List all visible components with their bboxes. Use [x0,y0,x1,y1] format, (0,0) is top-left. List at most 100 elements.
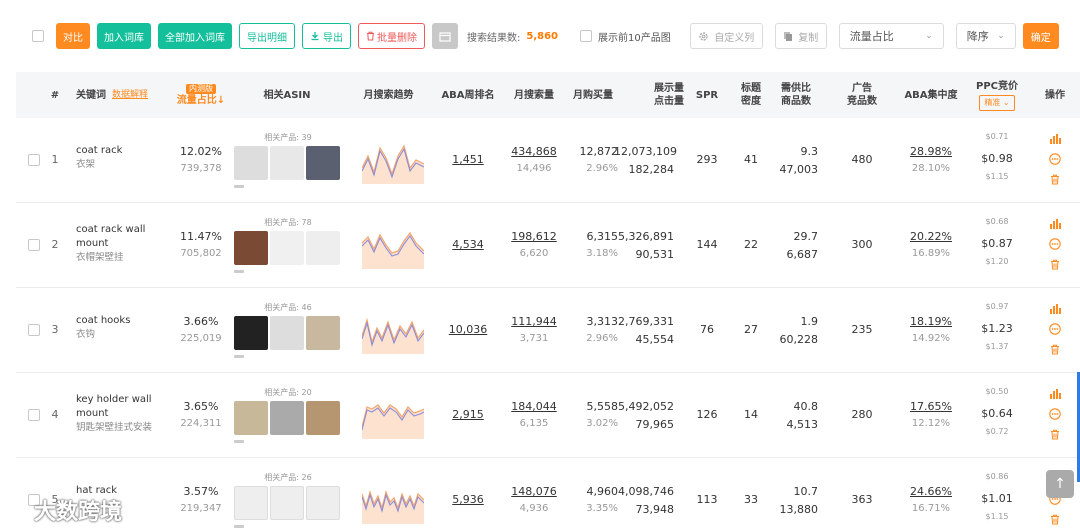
monthly-search-value[interactable]: 111,944 [506,315,562,328]
row-checkbox[interactable] [28,409,40,421]
product-thumbnail[interactable] [270,486,304,520]
product-thumbnail[interactable] [234,401,268,435]
sort-field-select[interactable]: 流量占比 ⌄ [838,23,944,49]
product-thumbnail[interactable] [306,231,340,265]
batch-delete-button[interactable]: 批量删除 [358,23,425,49]
monthly-trend-sparkline[interactable] [362,393,424,439]
image-pager[interactable] [234,185,244,188]
product-thumbnail[interactable] [306,316,340,350]
row-checkbox[interactable] [28,239,40,251]
header-title-density[interactable]: 标题 密度 [736,72,766,118]
select-all-checkbox[interactable] [32,30,44,42]
product-thumbnail[interactable] [234,486,268,520]
monthly-trend-sparkline[interactable] [362,478,424,524]
monthly-search-value[interactable]: 184,044 [506,400,562,413]
trash-icon[interactable] [1050,174,1060,185]
monthly-trend-sparkline[interactable] [362,308,424,354]
row-actions [1048,304,1062,355]
keyword-text[interactable]: coat rack [76,144,171,158]
ppc-mode-select[interactable]: 精准 ⌄ [979,94,1015,111]
product-thumbnail[interactable] [306,486,340,520]
trash-icon[interactable] [1050,259,1060,270]
add-lexicon-button[interactable]: 加入词库 [97,23,151,49]
aba-concentration-value[interactable]: 17.65% [896,400,966,413]
header-impressions-clicks[interactable]: 展示量 点击量 [634,72,684,118]
related-asin-images[interactable] [234,231,340,265]
watermark: 大数跨境 [8,494,122,526]
trash-icon[interactable] [1050,514,1060,525]
bar-chart-icon[interactable] [1049,389,1061,399]
monthly-trend-sparkline[interactable] [362,138,424,184]
bar-chart-icon[interactable] [1049,219,1061,229]
header-traffic-share[interactable]: 内测版 流量占比↓ [171,72,231,118]
related-asin-images[interactable] [234,401,340,435]
product-thumbnail[interactable] [270,316,304,350]
product-thumbnail[interactable] [270,401,304,435]
aba-rank-value[interactable]: 4,534 [436,238,500,251]
keyword-text[interactable]: coat hooks [76,314,171,328]
data-explain-link[interactable]: 数据解释 [112,89,148,102]
more-icon[interactable] [1049,323,1061,335]
aba-rank-value[interactable]: 1,451 [436,153,500,166]
image-pager[interactable] [234,355,244,358]
header-supply-demand[interactable]: 需供比 商品数 [776,72,816,118]
keyword-text[interactable]: coat rack wall mount [76,223,171,251]
header-monthly-purchase[interactable]: 月购买量 [568,72,618,118]
aba-rank-value[interactable]: 10,036 [436,323,500,336]
compare-button[interactable]: 对比 [56,23,90,49]
product-thumbnail[interactable] [306,401,340,435]
product-thumbnail[interactable] [234,231,268,265]
custom-columns-button[interactable]: 自定义列 [689,23,763,49]
sort-order-select[interactable]: 降序 ⌄ [955,23,1016,49]
product-thumbnail[interactable] [306,146,340,180]
monthly-trend-sparkline[interactable] [362,223,424,269]
related-asin-images[interactable] [234,146,340,180]
row-checkbox[interactable] [28,154,40,166]
bar-chart-icon[interactable] [1049,304,1061,314]
export-button[interactable]: 导出 [302,23,351,49]
row-actions [1048,389,1062,440]
header-aba-rank[interactable]: ABA周排名 [436,72,500,118]
aba-concentration-value[interactable]: 24.66% [896,485,966,498]
more-icon[interactable] [1049,153,1061,165]
product-thumbnail[interactable] [234,316,268,350]
monthly-search-value[interactable]: 434,868 [506,145,562,158]
header-aba-concentration[interactable]: ABA集中度 [896,72,966,118]
aba-concentration-value[interactable]: 18.19% [896,315,966,328]
header-monthly-search[interactable]: 月搜索量 [508,72,560,118]
keyword-text[interactable]: key holder wall mount [76,393,171,421]
monthly-search-value[interactable]: 198,612 [506,230,562,243]
calendar-button[interactable] [432,23,458,49]
impressions-value: 5,492,052 [618,400,674,413]
header-ad-products[interactable]: 广告 竞品数 [842,72,882,118]
header-spr[interactable]: SPR [692,72,722,118]
product-count-value: 6,687 [786,248,819,261]
related-asin-images[interactable] [234,486,340,520]
monthly-search-value[interactable]: 148,076 [506,485,562,498]
image-pager[interactable] [234,440,244,443]
download-icon [311,32,319,41]
aba-rank-value[interactable]: 5,936 [436,493,500,506]
add-all-lexicon-button[interactable]: 全部加入词库 [158,23,232,49]
related-asin-images[interactable] [234,316,340,350]
more-icon[interactable] [1049,408,1061,420]
show-top10-checkbox[interactable] [580,30,593,42]
product-thumbnail[interactable] [270,231,304,265]
copy-button[interactable]: 复制 [774,23,827,49]
aba-rank-value[interactable]: 2,915 [436,408,500,421]
trash-icon[interactable] [1050,429,1060,440]
back-to-top-button[interactable]: ↑ [1046,470,1074,498]
aba-concentration-value[interactable]: 20.22% [896,230,966,243]
export-detail-button[interactable]: 导出明细 [239,23,295,49]
row-checkbox[interactable] [28,324,40,336]
impressions-value: 4,098,746 [618,485,674,498]
trash-icon[interactable] [1050,344,1060,355]
aba-concentration-value[interactable]: 28.98% [896,145,966,158]
image-pager[interactable] [234,525,244,528]
confirm-button[interactable]: 确定 [1022,23,1059,49]
product-thumbnail[interactable] [234,146,268,180]
bar-chart-icon[interactable] [1049,134,1061,144]
product-thumbnail[interactable] [270,146,304,180]
more-icon[interactable] [1049,238,1061,250]
image-pager[interactable] [234,270,244,273]
